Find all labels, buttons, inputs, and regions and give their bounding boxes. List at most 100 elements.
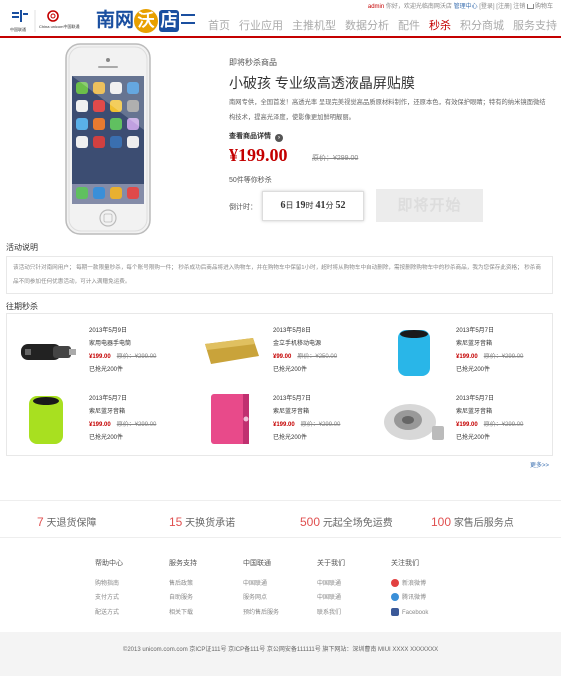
footer-link[interactable]: 相关下载 xyxy=(169,606,197,621)
car-charger-icon xyxy=(21,344,76,360)
brand-lines-icon xyxy=(181,14,196,24)
cart-link[interactable]: 购物车 xyxy=(526,4,553,10)
footer-col-service: 服务支持 售后政策 自助服务 相关下载 xyxy=(169,557,197,620)
past-item-price: ¥199.00 xyxy=(456,354,478,360)
footer-link[interactable]: 中国联通 xyxy=(243,577,279,592)
more-link[interactable]: 更多>> xyxy=(530,460,549,469)
green-speaker-icon xyxy=(29,396,63,444)
username[interactable]: admin xyxy=(368,4,384,10)
past-item-date: 2013年5月9日 xyxy=(89,328,128,334)
guarantee-number: 100 xyxy=(431,515,452,529)
logout-link[interactable]: 注销 xyxy=(513,4,525,10)
login-link[interactable]: [登录] xyxy=(479,4,494,10)
past-item-name: 索尼蓝牙音箱 xyxy=(273,409,310,415)
activity-box: 该活动只针对南网用户； 每期一款限量秒杀，每个账号限购一件； 秒杀成功后商品将进… xyxy=(6,256,553,294)
past-item-name: 金立手机移动电源 xyxy=(273,341,322,347)
cart-icon xyxy=(526,4,534,9)
unicom-logo[interactable]: 中国联通 China unicom中国联通 xyxy=(8,8,90,34)
copyright-bar: ©2013 unicom.com.com 京ICP证111号 京ICP备111号… xyxy=(0,632,561,676)
past-item-date: 2013年5月7日 xyxy=(456,396,495,402)
footer-link-weibo[interactable]: 新浪微博 xyxy=(391,577,428,592)
footer-link[interactable]: 预约售后服务 xyxy=(243,606,279,621)
footer-link[interactable]: 配送方式 xyxy=(95,606,123,621)
footer-link[interactable]: 自助服务 xyxy=(169,591,197,606)
countdown-days-unit: 日 xyxy=(285,201,294,210)
register-link[interactable]: [注册] xyxy=(496,4,511,10)
past-item[interactable]: 2013年5月7日 索尼蓝牙音箱 ¥199.00 原价：¥299.00 已抢光20… xyxy=(13,390,193,452)
guarantee-number: 15 xyxy=(169,515,183,529)
footer-link[interactable]: 购物指南 xyxy=(95,577,123,592)
nav-accessories[interactable]: 配件 xyxy=(398,17,420,33)
past-item-sold: 已抢光200件 xyxy=(89,367,124,373)
nav-industry[interactable]: 行业应用 xyxy=(239,17,283,33)
product-image[interactable] xyxy=(62,40,156,240)
nav-points-mall[interactable]: 积分商城 xyxy=(460,17,504,33)
buy-button[interactable]: 即将开始 xyxy=(376,189,483,222)
past-item-date: 2013年5月8日 xyxy=(273,328,312,334)
countdown-timer: 6日 19时 41分 52 xyxy=(262,191,364,221)
countdown-minutes: 41 xyxy=(315,200,326,211)
past-sales-grid: 2013年5月9日 家用电器手电筒 ¥199.00 原价：¥299.00 已抢光2… xyxy=(6,313,553,456)
facebook-icon xyxy=(391,607,399,616)
countdown-hours: 19 xyxy=(295,200,306,211)
weibo-icon xyxy=(391,578,399,587)
past-item-orig-price: 原价：¥299.00 xyxy=(483,354,524,360)
guarantee-item: 100 家售后服务点 xyxy=(431,514,514,529)
tencent-weibo-icon xyxy=(391,593,399,601)
footer-col-title: 帮助中心 xyxy=(95,560,123,567)
past-item[interactable]: 2013年5月7日 索尼蓝牙音箱 ¥199.00 原价：¥299.00 已抢光20… xyxy=(197,390,377,452)
guarantees-bar: 7 天退货保障 15 天换货承诺 500 元起全场免运费 100 家售后服务点 xyxy=(0,500,561,538)
footer-col-title: 中国联通 xyxy=(243,560,271,567)
footer-link[interactable]: 中国联通 xyxy=(317,591,345,606)
guarantee-number: 7 xyxy=(37,515,44,529)
footer-link-tencent[interactable]: 腾讯微博 xyxy=(391,591,428,606)
footer-link[interactable]: 支付方式 xyxy=(95,591,123,606)
header: 中国联通 China unicom中国联通 南网沃店 admin 你好，欢迎光临… xyxy=(0,0,561,38)
past-item[interactable]: 2013年5月7日 索尼蓝牙音箱 ¥199.00 原价：¥299.00 已抢光20… xyxy=(380,390,560,452)
original-price: 原价：¥299.00 xyxy=(312,155,359,162)
nav-home[interactable]: 首页 xyxy=(208,17,230,33)
footer-link-label: 新浪微博 xyxy=(402,580,427,587)
activity-text: 该活动只针对南网用户； 每期一款限量秒杀，每个账号限购一件； 秒杀成功后商品将进… xyxy=(13,265,541,285)
main-nav: 首页 行业应用 主推机型 数据分析 配件 秒杀 积分商城 服务支持 xyxy=(199,17,557,33)
product-title: 小破孩 专业级高透液晶屏贴膜 xyxy=(229,75,415,91)
past-item[interactable]: 2013年5月8日 金立手机移动电源 ¥99.00 原价：¥250.00 已抢光2… xyxy=(197,322,377,384)
past-item-sold: 已抢光200件 xyxy=(89,435,124,441)
past-sales-title: 往期秒杀 xyxy=(6,302,38,311)
footer-link[interactable]: 服务网点 xyxy=(243,591,279,606)
nanwang-logo[interactable]: 南网沃店 xyxy=(96,5,196,33)
nav-models[interactable]: 主推机型 xyxy=(292,17,336,33)
footer-link[interactable]: 联系我们 xyxy=(317,606,345,621)
countdown-label: 倒计时： xyxy=(229,204,257,211)
past-item-date: 2013年5月7日 xyxy=(89,396,128,402)
nav-flash-sale[interactable]: 秒杀 xyxy=(429,17,451,33)
past-item-orig-price: 原价：¥299.00 xyxy=(300,422,341,428)
cart-label: 购物车 xyxy=(534,4,553,10)
past-item[interactable]: 2013年5月7日 索尼蓝牙音箱 ¥199.00 原价：¥299.00 已抢光20… xyxy=(380,322,560,384)
footer-col-about: 关于我们 中国联通 中国联通 联系我们 xyxy=(317,557,345,620)
past-item[interactable]: 2013年5月9日 家用电器手电筒 ¥199.00 原价：¥299.00 已抢光2… xyxy=(13,322,193,384)
past-item-price: ¥199.00 xyxy=(273,422,295,428)
nav-analysis[interactable]: 数据分析 xyxy=(345,17,389,33)
arrow-right-icon: › xyxy=(275,134,283,142)
footer-link[interactable]: 售后政策 xyxy=(169,577,197,592)
past-item-name: 索尼蓝牙音箱 xyxy=(456,341,493,347)
countdown-minutes-unit: 分 xyxy=(325,201,334,210)
past-item-sold: 已抢光200件 xyxy=(273,435,308,441)
past-item-date: 2013年5月7日 xyxy=(456,328,495,334)
grey-speaker-icon xyxy=(384,404,444,440)
footer-link[interactable]: 中国联通 xyxy=(317,577,345,592)
guarantee-text: 天换货承诺 xyxy=(185,518,236,529)
footer-link-facebook[interactable]: Facebook xyxy=(391,606,428,621)
past-item-price: ¥99.00 xyxy=(273,354,292,360)
product-detail-link[interactable]: 查看商品详情 › xyxy=(229,131,283,142)
footer-col-follow: 关注我们 新浪微博 腾讯微博 Facebook xyxy=(391,557,428,620)
past-item-sold: 已抢光200件 xyxy=(456,367,491,373)
manage-link[interactable]: 管理中心 xyxy=(454,4,478,10)
product-crumb: 即将秒杀商品 xyxy=(229,58,277,67)
top-links: admin 你好，欢迎光临南网沃店 管理中心 [登录] [注册] 注销 购物车 xyxy=(368,1,553,10)
guarantee-text: 元起全场免运费 xyxy=(322,518,393,529)
nav-service[interactable]: 服务支持 xyxy=(513,17,557,33)
past-item-orig-price: 原价：¥250.00 xyxy=(297,354,338,360)
past-item-orig-price: 原价：¥299.00 xyxy=(116,354,157,360)
